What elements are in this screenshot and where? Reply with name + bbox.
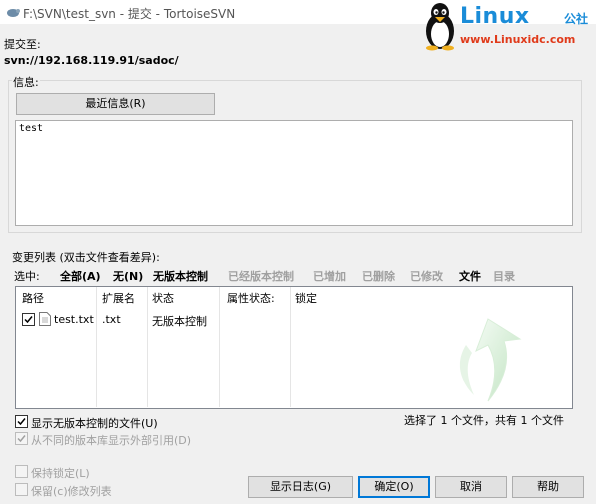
watermark-brand-cn: 公社 — [564, 12, 589, 26]
message-group-label: 信息: — [12, 74, 40, 90]
filter-none[interactable]: 无(N) — [113, 268, 143, 284]
penguin-icon — [426, 3, 454, 51]
column-divider — [96, 287, 97, 407]
filter-unversioned[interactable]: 无版本控制 — [153, 268, 208, 284]
text-file-icon — [39, 312, 51, 326]
column-path[interactable]: 路径 — [18, 289, 44, 309]
select-label: 选中: — [14, 270, 40, 283]
window-title: F:\SVN\test_svn - 提交 - TortoiseSVN — [23, 7, 236, 21]
column-property-status[interactable]: 属性状态: — [223, 289, 275, 309]
filter-directories: 目录 — [493, 270, 515, 283]
row-extension: .txt — [102, 313, 121, 326]
checkmark-icon — [17, 435, 26, 443]
keep-locks-label: 保持锁定(L) — [31, 467, 90, 480]
linux-watermark-logo: Linux 公社 www.Linuxidc.com — [418, 0, 596, 52]
filter-all[interactable]: 全部(A) — [60, 268, 101, 284]
commit-message-input[interactable]: test — [15, 120, 573, 226]
show-externals-checkbox — [15, 432, 28, 445]
row-checkbox[interactable] — [22, 313, 35, 326]
commit-to-label: 提交至: — [4, 38, 41, 51]
watermark-url: www.Linuxidc.com — [460, 33, 576, 46]
show-externals-label: 从不同的版本库显示外部引用(D) — [31, 434, 192, 447]
selection-summary: 选择了 1 个文件，共有 1 个文件 — [404, 414, 564, 427]
tortoisesvn-watermark-icon — [459, 318, 522, 402]
filter-versioned: 已经版本控制 — [228, 270, 294, 283]
tortoisesvn-icon — [7, 9, 20, 17]
row-status: 无版本控制 — [152, 315, 207, 328]
checkmark-icon — [17, 418, 26, 426]
watermark-brand: Linux — [460, 4, 530, 29]
filter-modified: 已修改 — [410, 270, 443, 283]
column-divider — [219, 287, 220, 407]
changes-list[interactable]: 路径 扩展名 状态 属性状态: 锁定 test.txt .txt 无版本控制 — [15, 286, 573, 409]
checkmark-icon — [24, 316, 33, 324]
filter-deleted: 已删除 — [362, 270, 395, 283]
show-unversioned-checkbox[interactable] — [15, 415, 28, 428]
commit-url: svn://192.168.119.91/sadoc/ — [4, 54, 179, 67]
keep-locks-checkbox — [15, 465, 28, 478]
ok-button[interactable]: 确定(O) — [358, 476, 430, 498]
column-extension[interactable]: 扩展名 — [98, 289, 135, 309]
show-unversioned-label[interactable]: 显示无版本控制的文件(U) — [31, 415, 158, 431]
filter-files[interactable]: 文件 — [459, 268, 481, 284]
keep-changelists-checkbox — [15, 483, 28, 496]
filter-added: 已增加 — [313, 270, 346, 283]
column-status[interactable]: 状态 — [148, 289, 174, 309]
recent-messages-button[interactable]: 最近信息(R) — [16, 93, 215, 115]
show-log-button[interactable]: 显示日志(G) — [248, 476, 353, 498]
column-lock[interactable]: 锁定 — [291, 289, 317, 309]
row-path: test.txt — [54, 313, 94, 326]
keep-changelists-label: 保留(c)修改列表 — [31, 485, 112, 498]
help-button[interactable]: 帮助 — [512, 476, 584, 498]
cancel-button[interactable]: 取消 — [435, 476, 507, 498]
changes-group-label: 变更列表 (双击文件查看差异): — [12, 251, 160, 264]
